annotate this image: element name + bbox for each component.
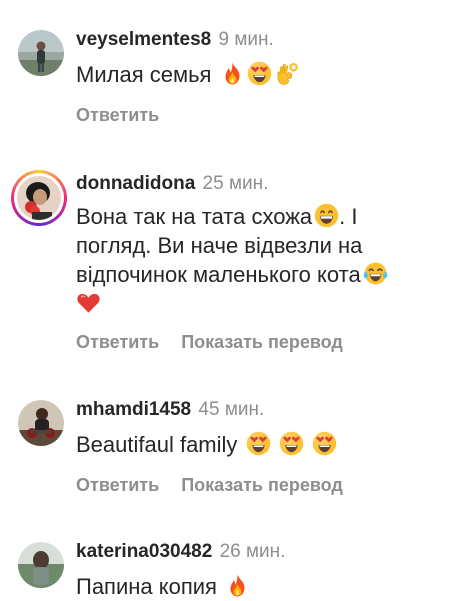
show-translation-button[interactable]: Показать перевод <box>181 475 343 495</box>
grinning-emoji <box>314 203 339 228</box>
comment-username[interactable]: donnadidona <box>76 173 195 194</box>
heart-eyes-emoji <box>279 431 304 456</box>
reply-button[interactable]: Ответить <box>76 332 159 352</box>
fire-emoji <box>220 61 245 86</box>
red-heart-emoji <box>76 290 101 315</box>
comment-text: Вона так на тата схожа. І погляд. Ви нач… <box>76 202 437 318</box>
comment-username[interactable]: katerina030482 <box>76 541 212 562</box>
avatar-story-ring[interactable] <box>11 170 67 226</box>
show-translation-button[interactable]: Показать перевод <box>181 332 343 352</box>
avatar[interactable] <box>18 30 64 76</box>
heart-eyes-emoji <box>247 61 272 86</box>
comment-text: Папина копия <box>76 572 437 601</box>
heart-eyes-emoji <box>312 431 337 456</box>
comment-text: Beautifaul family <box>76 430 437 459</box>
heart-eyes-emoji <box>246 431 271 456</box>
comment-time: 45 мин. <box>198 399 265 420</box>
comment-time: 25 мин. <box>202 173 269 194</box>
joy-emoji <box>363 261 388 286</box>
comment-username[interactable]: veyselmentes8 <box>76 29 211 50</box>
comment-time: 9 мин. <box>218 29 274 50</box>
comment-text: Милая семья <box>76 60 437 89</box>
avatar[interactable] <box>18 400 64 446</box>
avatar <box>17 176 61 220</box>
fire-emoji <box>225 573 250 598</box>
avatar[interactable] <box>18 542 64 588</box>
ok-hand-emoji <box>274 61 299 86</box>
reply-button[interactable]: Ответить <box>76 475 159 495</box>
reply-button[interactable]: Ответить <box>76 105 159 125</box>
comment-username[interactable]: mhamdi1458 <box>76 399 191 420</box>
comment-time: 26 мин. <box>219 541 286 562</box>
